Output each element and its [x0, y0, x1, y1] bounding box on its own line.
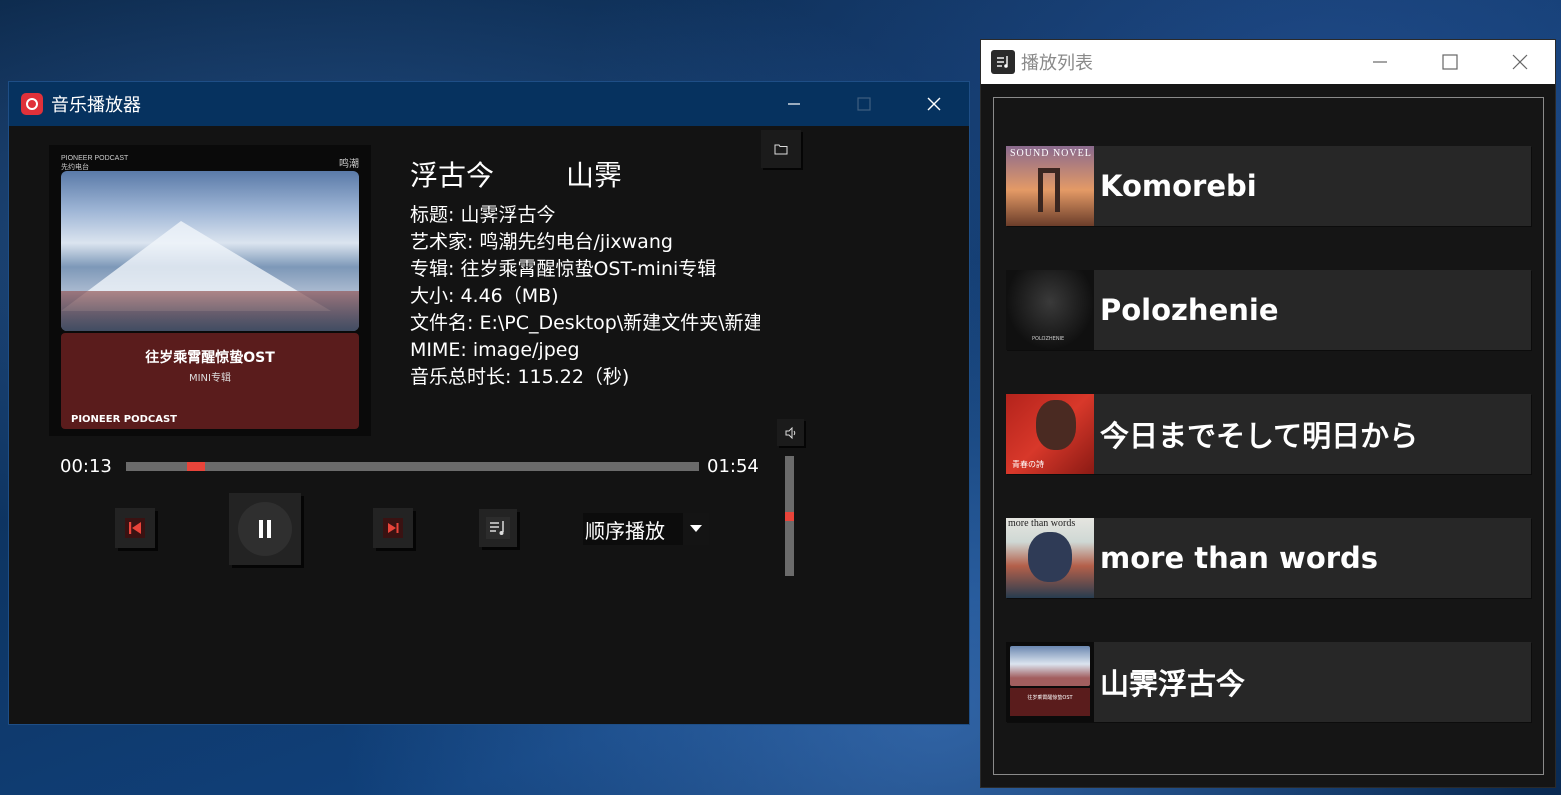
info-artist: 艺术家: 鸣潮先约电台/jixwang — [410, 231, 673, 253]
thumbnail-caption: 往岁乘霄醒惊蛰OST — [1010, 688, 1090, 716]
open-folder-button[interactable] — [761, 130, 801, 168]
playlist-item[interactable]: more than words more than words — [1006, 518, 1531, 598]
playlist-icon — [486, 517, 510, 539]
close-button[interactable] — [1485, 40, 1555, 84]
track-thumbnail: 往岁乘霄醒惊蛰OST — [1006, 642, 1094, 722]
thumbnail-caption: SOUND NOVEL — [1010, 148, 1092, 159]
info-filename: 文件名: E:\PC_Desktop\新建文件夹\新建 — [410, 312, 760, 334]
playlist-item[interactable]: 往岁乘霄醒惊蛰OST 山霁浮古今 — [1006, 642, 1531, 722]
close-button[interactable] — [899, 82, 969, 126]
folder-icon — [774, 144, 788, 155]
info-mime: MIME: image/jpeg — [410, 339, 580, 361]
track-name: more than words — [1100, 541, 1379, 575]
maximize-icon — [857, 97, 871, 111]
cover-brand-sub: 先约电台 — [61, 164, 89, 171]
skip-previous-icon — [125, 518, 145, 538]
track-headline-artist: 山霁 — [566, 159, 623, 192]
maximize-icon — [1442, 54, 1458, 70]
playlist-item[interactable]: POLOZHENIE Polozhenie — [1006, 270, 1531, 350]
play-mode-value: 顺序播放 — [585, 518, 665, 543]
track-thumbnail: POLOZHENIE — [1006, 270, 1094, 350]
track-headline-title: 浮古今 — [410, 159, 495, 192]
track-name: Komorebi — [1100, 169, 1257, 203]
previous-track-button[interactable] — [115, 508, 155, 548]
info-album: 专辑: 往岁乘霄醒惊蛰OST-mini专辑 — [410, 258, 717, 280]
netease-music-icon — [21, 93, 43, 115]
track-name: 山霁浮古今 — [1100, 667, 1246, 701]
playlist-button[interactable] — [479, 509, 517, 547]
minimize-icon — [788, 103, 800, 105]
track-thumbnail: SOUND NOVEL — [1006, 146, 1094, 226]
window-title: 音乐播放器 — [51, 95, 141, 116]
minimize-button[interactable] — [759, 82, 829, 126]
cover-logo: PIONEER PODCAST — [71, 414, 177, 425]
player-titlebar[interactable]: 音乐播放器 — [9, 82, 969, 126]
volume-button[interactable] — [777, 419, 804, 446]
total-time: 01:54 — [707, 456, 759, 477]
pause-button[interactable] — [229, 493, 301, 565]
playlist-window: 播放列表 SOUND NOVEL Komorebi POLOZHENIE Pol… — [980, 39, 1556, 788]
maximize-button[interactable] — [829, 82, 899, 126]
caret-down-icon[interactable] — [683, 513, 709, 545]
cover-panel: 往岁乘霄醒惊蛰OST MINI专辑 PIONEER PODCAST — [61, 333, 359, 429]
track-info: 浮古今 山霁 标题: 山霁浮古今 艺术家: 鸣潮先约电台/jixwang 专辑:… — [410, 154, 760, 391]
speaker-icon — [785, 426, 795, 439]
track-thumbnail: more than words — [1006, 518, 1094, 598]
thumbnail-caption: POLOZHENIE — [1032, 336, 1065, 342]
maximize-button[interactable] — [1415, 40, 1485, 84]
playlist-titlebar[interactable]: 播放列表 — [981, 40, 1555, 84]
progress-handle[interactable] — [187, 462, 205, 471]
track-name: Polozhenie — [1100, 293, 1279, 327]
playlist-item[interactable]: 青春の詩 今日までそして明日から — [1006, 394, 1531, 474]
thumbnail-caption: 青春の詩 — [1012, 460, 1044, 469]
player-window: 音乐播放器 PIONEER PODCAST 先约电台 鸣潮 往岁乘霄醒惊蛰OST … — [8, 81, 970, 725]
current-time: 00:13 — [60, 456, 112, 477]
track-thumbnail: 青春の詩 — [1006, 394, 1094, 474]
playlist-frame: SOUND NOVEL Komorebi POLOZHENIE Polozhen… — [993, 97, 1544, 775]
skip-next-icon — [383, 518, 403, 538]
info-title: 标题: 山霁浮古今 — [410, 204, 556, 226]
cover-album-name: 往岁乘霄醒惊蛰OST — [145, 350, 275, 366]
cover-album-type: MINI专辑 — [188, 373, 231, 384]
progress-bar[interactable] — [126, 462, 699, 471]
cover-brand: PIONEER PODCAST — [61, 155, 129, 162]
play-mode-select[interactable]: 顺序播放 — [583, 513, 709, 545]
info-size: 大小: 4.46（MB) — [410, 285, 559, 307]
volume-slider[interactable] — [785, 456, 794, 576]
minimize-icon — [1373, 61, 1387, 63]
thumbnail-caption: more than words — [1008, 518, 1076, 529]
next-track-button[interactable] — [373, 508, 413, 548]
playlist-icon — [991, 50, 1015, 74]
minimize-button[interactable] — [1345, 40, 1415, 84]
info-duration: 音乐总时长: 115.22（秒) — [410, 366, 630, 388]
cover-artwork — [61, 171, 359, 331]
cover-game-title: 鸣潮 — [339, 159, 359, 170]
album-cover: PIONEER PODCAST 先约电台 鸣潮 往岁乘霄醒惊蛰OST MINI专辑… — [49, 145, 371, 436]
close-icon — [1512, 54, 1528, 70]
pause-icon — [259, 520, 271, 538]
playlist-item[interactable]: SOUND NOVEL Komorebi — [1006, 146, 1531, 226]
track-name: 今日までそして明日から — [1100, 419, 1419, 453]
volume-handle[interactable] — [785, 512, 794, 521]
close-icon — [927, 97, 941, 111]
playlist-title: 播放列表 — [1021, 53, 1093, 74]
